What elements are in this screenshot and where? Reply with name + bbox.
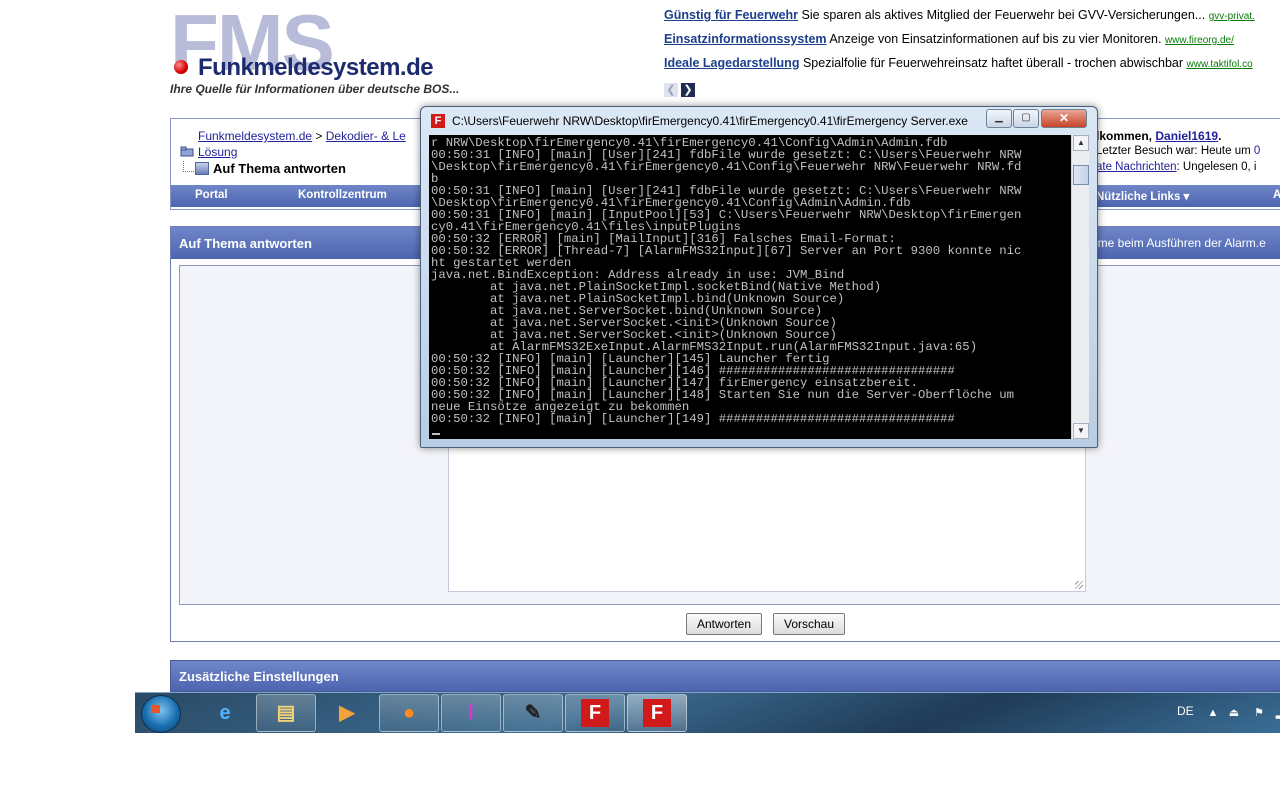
console-log-text: r NRW\Desktop\firEmergency0.41\firEmerge… [431, 136, 1022, 426]
reply-title: Auf Thema antworten [179, 236, 312, 251]
firefox-icon: ● [402, 702, 416, 724]
breadcrumb: Funkmeldesystem.de > Dekodier- & Le [198, 129, 406, 143]
ad-item: Günstig für Feuerwehr Sie sparen als akt… [664, 8, 1280, 32]
console-output[interactable]: r NRW\Desktop\firEmergency0.41\firEmerge… [429, 135, 1089, 439]
minimize-icon[interactable]: ▁ [986, 109, 1012, 128]
firemergency-server-icon: F [643, 699, 671, 727]
ad-url-link[interactable]: www.taktifol.co [1187, 59, 1253, 70]
app-icon: ⵏ [468, 702, 474, 724]
nav-useful-links[interactable]: Nützliche Links ▾ [1096, 189, 1189, 203]
language-indicator[interactable]: DE [1177, 704, 1194, 718]
private-messages: ate Nachrichten: Ungelesen 0, i [1096, 161, 1256, 173]
maximize-icon[interactable]: ▢ [1013, 109, 1039, 128]
taskbar-item-firemergency[interactable]: F [565, 694, 625, 732]
breadcrumb-separator: > [315, 129, 323, 143]
last-visit-value: 0 [1253, 145, 1261, 157]
console-scrollbar[interactable]: ▲ ▼ [1071, 135, 1089, 439]
explorer-icon: ▤ [276, 702, 296, 724]
ad-url-link[interactable]: www.fireorg.de/ [1165, 35, 1234, 46]
start-button[interactable] [141, 695, 181, 733]
welcome-label: lkommen, [1096, 129, 1153, 143]
additional-settings-title: Zusätzliche Einstellungen [179, 669, 339, 684]
ad-item: Ideale Lagedarstellung Spezialfolie für … [664, 56, 1280, 80]
preview-button[interactable]: Vorschau [773, 613, 846, 635]
ad-prev-icon[interactable]: ❮ [664, 83, 678, 97]
ad-title-link[interactable]: Günstig für Feuerwehr [664, 8, 798, 22]
scroll-up-icon[interactable]: ▲ [1073, 135, 1089, 151]
ad-text: Spezialfolie für Feuerwehreinsatz haftet… [802, 56, 1184, 70]
scroll-down-icon[interactable]: ▼ [1073, 423, 1089, 439]
tree-connector [183, 161, 194, 172]
ad-next-icon[interactable]: ❯ [681, 83, 695, 97]
site-logo[interactable]: FMS Funkmeldesystem.de Ihre Quelle für I… [170, 3, 470, 97]
submit-reply-button[interactable]: Antworten [686, 613, 763, 635]
tray-expand-icon[interactable]: ▲ [1206, 706, 1220, 720]
private-messages-link[interactable]: ate Nachrichten [1096, 161, 1177, 173]
taskbar: e ▤ ▶ ● ⵏ ✎ F F DE ▲ ⏏ ⚑ ▂ [135, 692, 1280, 733]
app-f-icon: F [431, 114, 445, 128]
taskbar-item-ie[interactable]: e [195, 694, 255, 732]
breadcrumb-section-link[interactable]: Dekodier- & Le [326, 129, 406, 143]
welcome-end: . [1218, 129, 1222, 143]
nav-kontrollzentrum[interactable]: Kontrollzentrum [298, 189, 387, 201]
private-messages-count: : Ungelesen 0, i [1176, 161, 1257, 173]
nav-more[interactable]: A [1273, 189, 1280, 201]
windows-logo-icon [152, 705, 160, 713]
breadcrumb-thread-link[interactable]: Lösung [198, 145, 237, 159]
additional-settings-bar[interactable]: Zusätzliche Einstellungen [170, 660, 1280, 692]
firemergency-icon: F [581, 699, 609, 727]
media-player-icon: ▶ [339, 702, 355, 724]
message-textarea[interactable] [448, 426, 1086, 592]
username-link[interactable]: Daniel1619 [1155, 129, 1218, 143]
console-window: F C:\Users\Feuerwehr NRW\Desktop\firEmer… [420, 106, 1098, 448]
ad-navigation: ❮ ❯ [664, 80, 698, 98]
logo-tagline: Ihre Quelle für Informationen über deuts… [170, 82, 460, 96]
network-icon[interactable]: ▂ [1273, 706, 1280, 720]
taskbar-item-firemergency-server[interactable]: F [627, 694, 687, 732]
logo-dot-icon [174, 60, 188, 74]
taskbar-item-explorer[interactable]: ▤ [256, 694, 316, 732]
breadcrumb-home-link[interactable]: Funkmeldesystem.de [198, 129, 312, 143]
ad-title-link[interactable]: Einsatzinformationssystem [664, 32, 827, 46]
taskbar-item-media-player[interactable]: ▶ [317, 694, 377, 732]
safely-remove-icon[interactable]: ⏏ [1227, 706, 1241, 720]
ad-title-link[interactable]: Ideale Lagedarstellung [664, 56, 799, 70]
taskbar-item-firefox[interactable]: ● [379, 694, 439, 732]
resize-grip-icon[interactable] [1075, 581, 1083, 589]
nav-portal[interactable]: Portal [195, 189, 228, 201]
welcome-text: lkommen, Daniel1619. [1096, 129, 1221, 143]
taskbar-item-app[interactable]: ⵏ [441, 694, 501, 732]
console-title: C:\Users\Feuerwehr NRW\Desktop\firEmerge… [452, 114, 968, 128]
ad-list: Günstig für Feuerwehr Sie sparen als akt… [664, 8, 1280, 80]
logo-name: Funkmeldesystem.de [198, 54, 434, 81]
scroll-thumb[interactable] [1073, 165, 1089, 185]
tool-icon: ✎ [524, 702, 542, 724]
console-cursor [432, 433, 440, 435]
ad-text: Anzeige von Einsatzinformationen auf bis… [829, 32, 1162, 46]
close-icon[interactable]: ✕ [1041, 109, 1087, 128]
thread-title-note: eme beim Ausführen der Alarm.e [1091, 236, 1266, 250]
last-visit: Letzter Besuch war: Heute um 0 [1096, 145, 1260, 157]
ie-icon: e [219, 702, 231, 724]
taskbar-item-tool[interactable]: ✎ [503, 694, 563, 732]
folder-up-icon[interactable] [180, 145, 194, 157]
ad-item: Einsatzinformationssystem Anzeige von Ei… [664, 32, 1280, 56]
breadcrumb-line2: Lösung [198, 145, 237, 159]
page-icon [195, 162, 209, 175]
action-center-flag-icon[interactable]: ⚑ [1252, 706, 1266, 720]
ad-text: Sie sparen als aktives Mitglied der Feue… [801, 8, 1206, 22]
last-visit-label: Letzter Besuch war: Heute um [1096, 145, 1251, 157]
ad-url-link[interactable]: gvv-privat. [1209, 11, 1255, 22]
breadcrumb-current: Auf Thema antworten [213, 161, 346, 176]
